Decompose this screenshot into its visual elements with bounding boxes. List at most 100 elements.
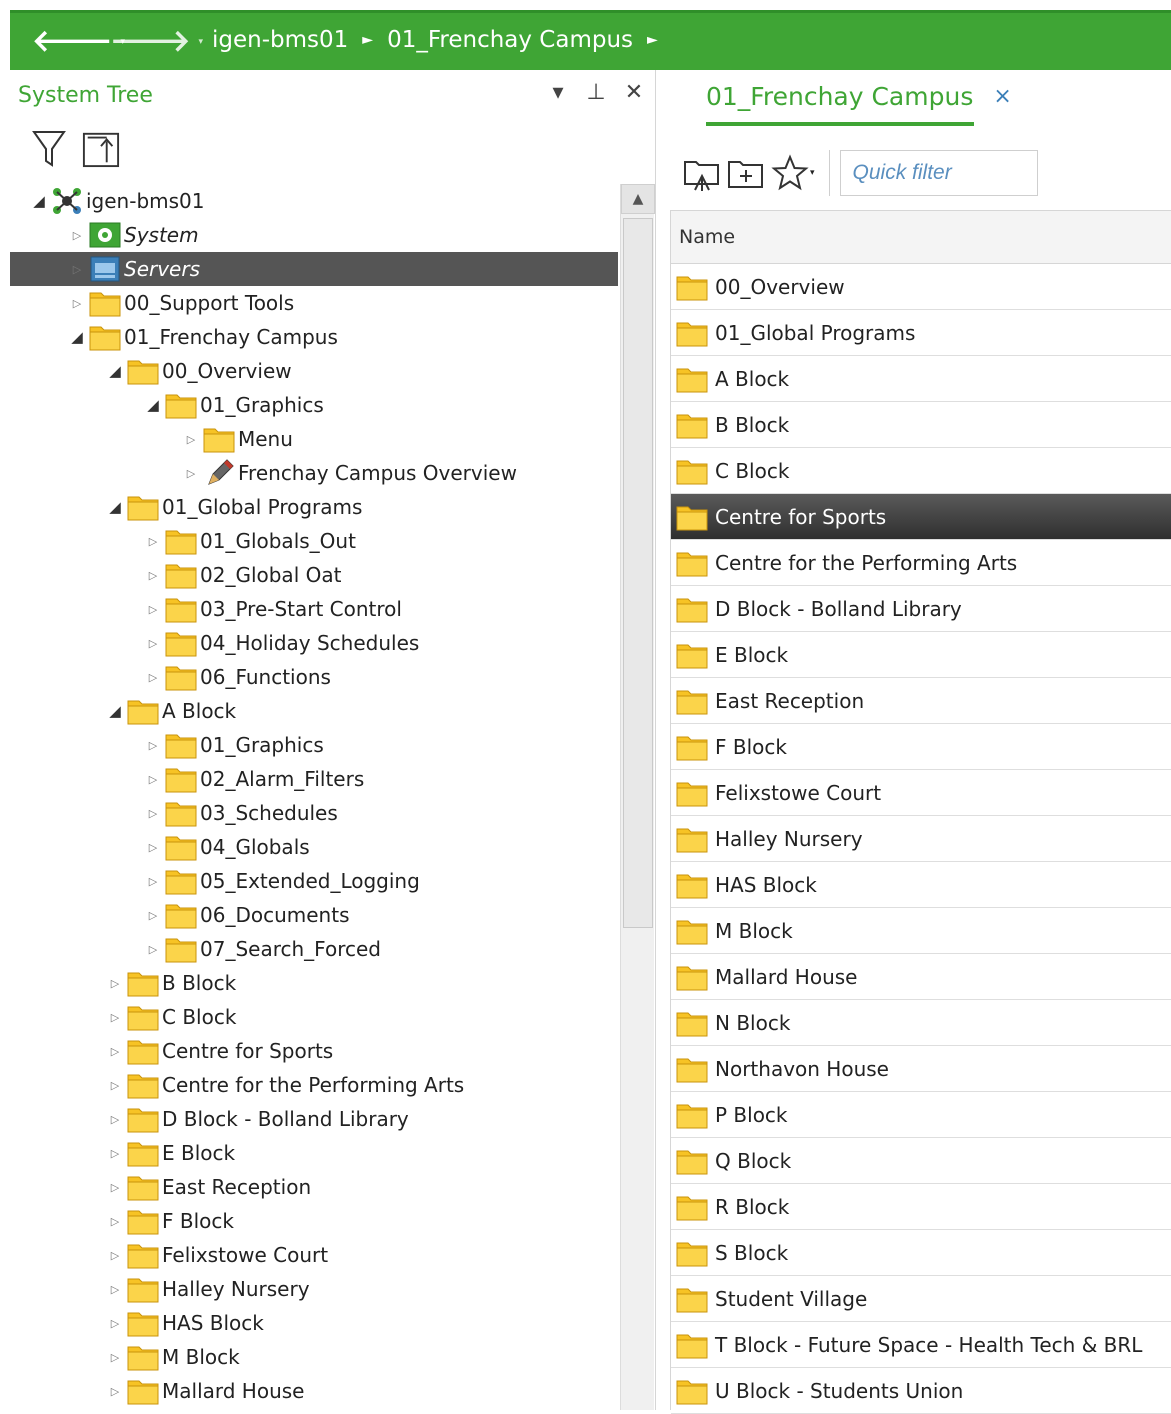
expand-toggle-icon[interactable]: ▷ (142, 739, 164, 752)
expand-toggle-icon[interactable]: ▷ (142, 807, 164, 820)
table-row[interactable]: Student Village (671, 1276, 1171, 1322)
close-icon[interactable]: × (993, 84, 1011, 109)
tree-item[interactable]: ▷ 03_Schedules (10, 796, 618, 830)
table-row[interactable]: 00_Overview (671, 264, 1171, 310)
tree-item[interactable]: ▷ E Block (10, 1136, 618, 1170)
tree-item[interactable]: ▷ Centre for Sports (10, 1034, 618, 1068)
expand-toggle-icon[interactable]: ▷ (142, 841, 164, 854)
table-row[interactable]: E Block (671, 632, 1171, 678)
tree-item[interactable]: ◢ igen-bms01 (10, 184, 618, 218)
tree-item[interactable]: ▷ 03_Pre-Start Control (10, 592, 618, 626)
table-row[interactable]: M Block (671, 908, 1171, 954)
expand-toggle-icon[interactable]: ▷ (104, 1147, 126, 1160)
table-row[interactable]: Felixstowe Court (671, 770, 1171, 816)
expand-toggle-icon[interactable]: ▷ (66, 297, 88, 310)
tree-item[interactable]: ▷ 02_Global Oat (10, 558, 618, 592)
expand-toggle-icon[interactable]: ▷ (104, 1079, 126, 1092)
table-row[interactable]: Northavon House (671, 1046, 1171, 1092)
table-row[interactable]: 01_Global Programs (671, 310, 1171, 356)
close-icon[interactable]: ✕ (621, 80, 647, 105)
tree-item[interactable]: ▷ 00_Support Tools (10, 286, 618, 320)
expand-toggle-icon[interactable]: ▷ (142, 569, 164, 582)
table-row[interactable]: B Block (671, 402, 1171, 448)
column-header-name[interactable]: Name (671, 210, 1171, 264)
table-row[interactable]: N Block (671, 1000, 1171, 1046)
tree-item[interactable]: ▷ 07_Search_Forced (10, 932, 618, 966)
tree-item[interactable]: ▷ System (10, 218, 618, 252)
scroll-up-icon[interactable]: ▲ (621, 184, 655, 214)
breadcrumb-item-server[interactable]: igen-bms01 (212, 27, 348, 53)
expand-toggle-icon[interactable]: ▷ (104, 1045, 126, 1058)
collapse-toggle-icon[interactable]: ◢ (104, 362, 126, 380)
breadcrumb-item-campus[interactable]: 01_Frenchay Campus (387, 27, 633, 53)
expand-toggle-icon[interactable]: ▷ (104, 1283, 126, 1296)
scrollbar-thumb[interactable] (623, 218, 653, 928)
tree-item[interactable]: ▷ M Block (10, 1340, 618, 1374)
expand-toggle-icon[interactable]: ▷ (142, 671, 164, 684)
tab-label[interactable]: 01_Frenchay Campus (706, 82, 973, 111)
collapse-toggle-icon[interactable]: ◢ (104, 702, 126, 720)
expand-toggle-icon[interactable]: ▷ (104, 1181, 126, 1194)
expand-toggle-icon[interactable]: ▷ (104, 1113, 126, 1126)
tree-item[interactable]: ▷ Mallard House (10, 1374, 618, 1408)
expand-toggle-icon[interactable]: ▷ (104, 1249, 126, 1262)
expand-toggle-icon[interactable]: ▷ (104, 1317, 126, 1330)
tab-frenchay-campus[interactable]: 01_Frenchay Campus × (706, 82, 1012, 111)
tree-item[interactable]: ▷ 01_Globals_Out (10, 524, 618, 558)
table-row[interactable]: S Block (671, 1230, 1171, 1276)
table-row[interactable]: T Block - Future Space - Health Tech & B… (671, 1322, 1171, 1368)
table-row[interactable]: C Block (671, 448, 1171, 494)
tree-item[interactable]: ▷ Servers (10, 252, 618, 286)
tree-item[interactable]: ◢ 01_Global Programs (10, 490, 618, 524)
quick-filter-input[interactable] (839, 150, 1038, 196)
tree-item[interactable]: ▷ HAS Block (10, 1306, 618, 1340)
tree-item[interactable]: ▷ 06_Functions (10, 660, 618, 694)
expand-toggle-icon[interactable]: ▷ (104, 1385, 126, 1398)
tree-item[interactable]: ◢ 01_Graphics (10, 388, 618, 422)
tree-item[interactable]: ▷ F Block (10, 1204, 618, 1238)
collapse-toggle-icon[interactable]: ◢ (104, 498, 126, 516)
panel-menu-icon[interactable]: ▾ (545, 80, 571, 105)
table-row[interactable]: Halley Nursery (671, 816, 1171, 862)
tree-item[interactable]: ▷ Frenchay Campus Overview (10, 456, 618, 490)
collapse-toggle-icon[interactable]: ◢ (28, 192, 50, 210)
table-row[interactable]: A Block (671, 356, 1171, 402)
expand-toggle-icon[interactable]: ▷ (104, 977, 126, 990)
tree-item[interactable]: ▷ 05_Extended_Logging (10, 864, 618, 898)
tree-item[interactable]: ▷ 06_Documents (10, 898, 618, 932)
collapse-toggle-icon[interactable]: ◢ (142, 396, 164, 414)
tree-item[interactable]: ▷ 02_Alarm_Filters (10, 762, 618, 796)
tree-item[interactable]: ▷ 01_Graphics (10, 728, 618, 762)
pin-icon[interactable]: ⊥ (583, 80, 609, 105)
expand-toggle-icon[interactable]: ▷ (142, 637, 164, 650)
expand-toggle-icon[interactable]: ▷ (142, 943, 164, 956)
collapse-all-icon[interactable] (82, 128, 120, 170)
table-row[interactable]: Q Block (671, 1138, 1171, 1184)
forward-button[interactable]: 🡒 ▾ (110, 25, 203, 59)
chevron-down-icon[interactable]: ▾ (810, 168, 815, 178)
chevron-down-icon[interactable]: ▾ (198, 37, 203, 47)
filter-icon[interactable] (30, 128, 68, 170)
table-row[interactable]: P Block (671, 1092, 1171, 1138)
collapse-toggle-icon[interactable]: ◢ (66, 328, 88, 346)
tree-item[interactable]: ▷ B Block (10, 966, 618, 1000)
table-row[interactable]: D Block - Bolland Library (671, 586, 1171, 632)
table-row[interactable]: Centre for Sports (671, 494, 1171, 540)
expand-toggle-icon[interactable]: ▷ (142, 535, 164, 548)
table-row[interactable]: HAS Block (671, 862, 1171, 908)
table-row[interactable]: Mallard House (671, 954, 1171, 1000)
tree-item[interactable]: ▷ Menu (10, 422, 618, 456)
table-row[interactable]: East Reception (671, 678, 1171, 724)
expand-toggle-icon[interactable]: ▷ (180, 433, 202, 446)
table-row[interactable]: Centre for the Performing Arts (671, 540, 1171, 586)
table-row[interactable]: U Block - Students Union (671, 1368, 1171, 1414)
expand-toggle-icon[interactable]: ▷ (104, 1351, 126, 1364)
tree-item[interactable]: ◢ 01_Frenchay Campus (10, 320, 618, 354)
tree-item[interactable]: ▷ Centre for the Performing Arts (10, 1068, 618, 1102)
tree-item[interactable]: ▷ East Reception (10, 1170, 618, 1204)
tree-item[interactable]: ◢ 00_Overview (10, 354, 618, 388)
tree-item[interactable]: ◢ A Block (10, 694, 618, 728)
tree-item[interactable]: ▷ Felixstowe Court (10, 1238, 618, 1272)
expand-toggle-icon[interactable]: ▷ (66, 229, 88, 242)
favorites-star-icon[interactable] (768, 152, 812, 194)
